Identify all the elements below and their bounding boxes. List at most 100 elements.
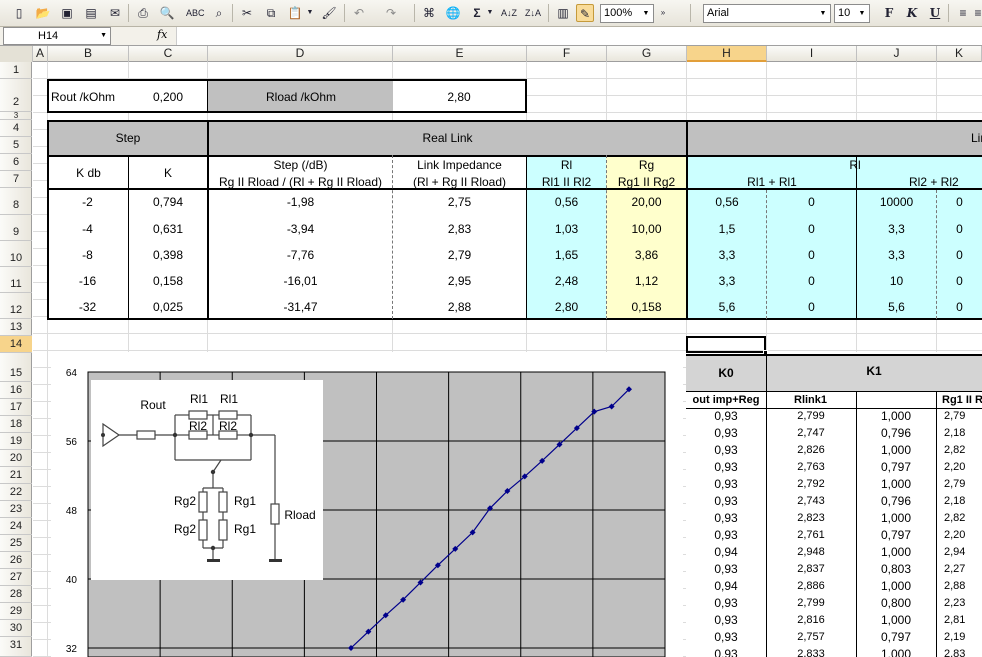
row-header[interactable]: 10 [0,241,32,267]
out-imp-cell[interactable]: 0,93 [686,612,766,629]
k1-factor-cell[interactable]: 0,796 [856,493,936,510]
rg1-rg2-cell[interactable]: 2,88 [936,578,982,595]
step-db-cell[interactable]: -7,76 [209,248,392,262]
rg1-rg2-cell[interactable]: 2,19 [936,629,982,646]
row-header[interactable]: 31 [0,637,32,657]
row-header[interactable]: 7 [0,171,32,188]
k-cell[interactable]: 0,158 [129,274,207,288]
rg1-rg2-cell[interactable]: 2,79 [936,476,982,493]
rlink1-cell[interactable]: 2,757 [766,629,856,646]
link-impedance-cell[interactable]: 2,79 [393,248,526,262]
k1-factor-cell[interactable]: 1,000 [856,476,936,493]
link-zero-cell[interactable]: 0 [937,274,982,288]
k1-factor-cell[interactable]: 0,797 [856,527,936,544]
rlink1-cell[interactable]: 2,816 [766,612,856,629]
row-header[interactable]: 4 [0,120,32,137]
k-cell[interactable]: 0,794 [129,195,207,209]
link-zero-cell[interactable]: 0 [937,300,982,314]
column-header-g[interactable]: G [607,46,687,62]
column-header-j[interactable]: J [857,46,937,62]
new-file-icon[interactable]: ▯ [10,4,28,22]
link-zero-cell[interactable]: 0 [937,222,982,236]
rl1-sum-cell[interactable]: 5,6 [688,300,766,314]
k1-factor-cell[interactable]: 0,800 [856,595,936,612]
save-icon[interactable]: ▣ [58,4,76,22]
k1-factor-cell[interactable]: 0,797 [856,629,936,646]
rg-cell[interactable]: 1,12 [607,274,686,288]
rl1-sum-cell[interactable]: 3,3 [688,274,766,288]
step-db-cell[interactable]: -16,01 [209,274,392,288]
step-db-cell[interactable]: -31,47 [209,300,392,314]
row-header[interactable]: 16 [0,382,32,399]
link-zero-cell[interactable]: 0 [767,195,856,209]
align-left-icon[interactable]: ≡ [954,4,972,22]
column-header-f[interactable]: F [527,46,607,62]
cut-icon[interactable]: ✂ [238,4,256,22]
rl2-sum-cell[interactable]: 3,3 [857,222,936,236]
rl1-sum-cell[interactable]: 0,56 [688,195,766,209]
name-box[interactable]: H14 ▼ [3,27,111,45]
row-header[interactable]: 13 [0,319,32,336]
out-imp-cell[interactable]: 0,93 [686,595,766,612]
k-cell[interactable]: 0,025 [129,300,207,314]
row-header[interactable]: 11 [0,267,32,293]
link-impedance-cell[interactable]: 2,88 [393,300,526,314]
rl2-sum-cell[interactable]: 3,3 [857,248,936,262]
link-impedance-cell[interactable]: 2,95 [393,274,526,288]
rlink1-cell[interactable]: 2,833 [766,646,856,657]
row-header[interactable]: 12 [0,293,32,319]
k-db-cell[interactable]: -2 [47,195,128,209]
bold-button[interactable]: F [880,4,898,22]
drawing-icon[interactable]: ✎ [576,4,594,22]
rl-cell[interactable]: 1,03 [527,222,606,236]
rlink1-cell[interactable]: 2,743 [766,493,856,510]
copy-icon[interactable]: ⧉ [262,4,280,22]
column-header-b[interactable]: B [48,46,129,62]
row-header[interactable]: 24 [0,518,32,535]
out-imp-cell[interactable]: 0,93 [686,510,766,527]
formula-input[interactable] [176,27,982,45]
print-preview-icon[interactable]: 🔍 [158,4,176,22]
step-db-cell[interactable]: -3,94 [209,222,392,236]
rlink1-cell[interactable]: 2,799 [766,595,856,612]
out-imp-cell[interactable]: 0,94 [686,544,766,561]
row-header[interactable]: 21 [0,467,32,484]
undo-icon[interactable]: ↶ [350,4,368,22]
row-header[interactable]: 8 [0,188,32,215]
out-imp-cell[interactable]: 0,93 [686,425,766,442]
paste-dropdown-icon[interactable]: ▼ [306,4,314,22]
row-header[interactable]: 17 [0,399,32,416]
permission-icon[interactable]: ▤ [82,4,100,22]
rl1-sum-cell[interactable]: 1,5 [688,222,766,236]
align-center-icon[interactable]: ≡ [974,4,982,22]
format-painter-icon[interactable]: 🖌 [320,4,338,22]
sort-descending-icon[interactable]: Z↓A [524,4,542,22]
hyperlink-icon[interactable]: ⌘ [420,4,438,22]
link-zero-cell[interactable]: 0 [937,195,982,209]
italic-button[interactable]: K [903,4,921,22]
k-db-cell[interactable]: -4 [47,222,128,236]
autosum-dropdown-icon[interactable]: ▼ [486,4,494,22]
k1-factor-cell[interactable]: 0,797 [856,459,936,476]
column-header-a[interactable]: A [33,46,48,62]
row-header[interactable]: 26 [0,552,32,569]
font-name-select[interactable]: Arial ▼ [703,4,831,23]
k1-factor-cell[interactable]: 1,000 [856,510,936,527]
row-header[interactable]: 6 [0,154,32,171]
rl1-sum-cell[interactable]: 3,3 [688,248,766,262]
rlink1-cell[interactable]: 2,837 [766,561,856,578]
select-all-button[interactable] [0,46,33,62]
rl-cell[interactable]: 1,65 [527,248,606,262]
rg1-rg2-cell[interactable]: 2,82 [936,442,982,459]
link-zero-cell[interactable]: 0 [767,248,856,262]
k-db-cell[interactable]: -32 [47,300,128,314]
k-db-cell[interactable]: -16 [47,274,128,288]
rload-value[interactable]: 2,80 [393,90,525,104]
open-folder-icon[interactable]: 📂 [34,4,52,22]
rlink1-cell[interactable]: 2,792 [766,476,856,493]
out-imp-cell[interactable]: 0,93 [686,476,766,493]
selected-cell[interactable] [686,336,766,353]
row-header[interactable]: 5 [0,137,32,154]
link-impedance-cell[interactable]: 2,75 [393,195,526,209]
sort-ascending-icon[interactable]: A↓Z [500,4,518,22]
